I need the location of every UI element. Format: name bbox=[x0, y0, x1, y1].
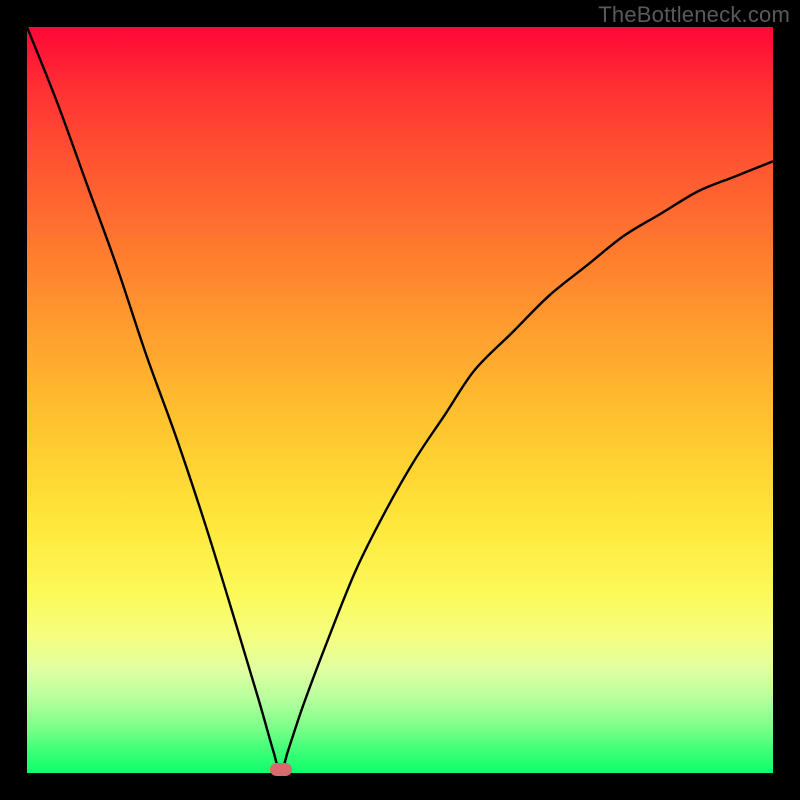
plot-area bbox=[27, 27, 773, 773]
minimum-marker bbox=[270, 763, 292, 776]
watermark-text: TheBottleneck.com bbox=[598, 2, 790, 28]
bottleneck-curve bbox=[27, 27, 773, 773]
figure-root: TheBottleneck.com bbox=[0, 0, 800, 800]
curve-path bbox=[27, 27, 773, 773]
